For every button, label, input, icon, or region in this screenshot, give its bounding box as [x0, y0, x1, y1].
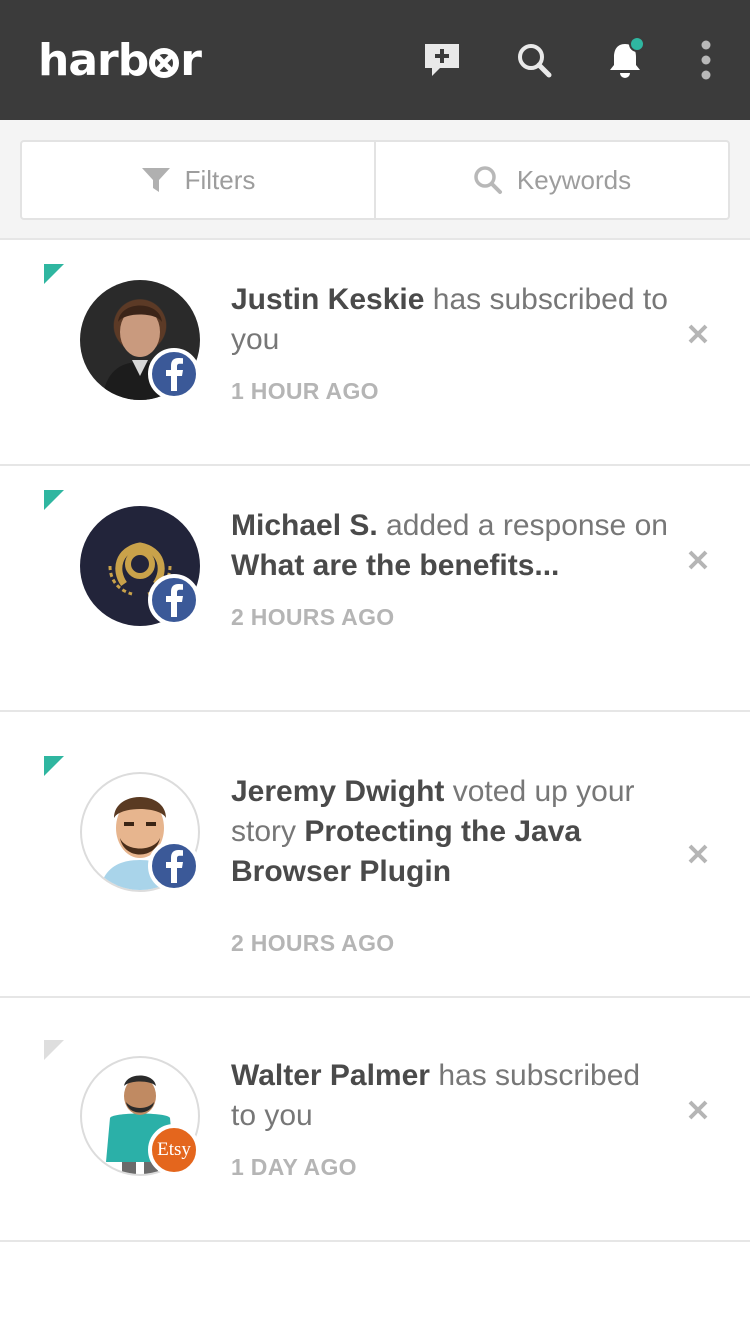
dismiss-button[interactable]: [684, 840, 712, 868]
filter-bar: Filters Keywords: [0, 120, 750, 240]
close-icon: [688, 550, 708, 570]
facebook-badge: [148, 348, 200, 400]
facebook-icon: [166, 584, 183, 617]
logo-text-right: r: [180, 34, 202, 86]
notification-item[interactable]: Etsy Walter Palmer has subscribed to you…: [0, 998, 750, 1242]
more-menu-button[interactable]: [684, 38, 728, 82]
dismiss-button[interactable]: [684, 320, 712, 348]
keywords-label: Keywords: [516, 164, 632, 195]
compose-icon: [425, 44, 459, 76]
etsy-badge: Etsy: [148, 1124, 200, 1176]
search-icon: [518, 44, 552, 78]
notification-item[interactable]: Justin Keskie has subscribed to you 1 HO…: [0, 240, 750, 466]
actor-name[interactable]: Justin Keskie: [231, 283, 424, 316]
etsy-icon: Etsy: [157, 1139, 191, 1160]
dismiss-button[interactable]: [684, 546, 712, 574]
actor-name[interactable]: Walter Palmer: [231, 1059, 430, 1092]
notification-item[interactable]: Jeremy Dwight voted up your story Protec…: [0, 712, 750, 998]
close-icon: [688, 324, 708, 344]
unread-indicator-dot: [629, 36, 645, 52]
read-flag-icon: [44, 1040, 64, 1060]
filters-button[interactable]: Filters: [22, 142, 374, 218]
target-story-link[interactable]: What are the benefits...: [231, 549, 559, 582]
notification-message: Jeremy Dwight voted up your story Protec…: [231, 772, 671, 892]
logo-text-left: harb: [38, 34, 149, 86]
filters-label: Filters: [184, 164, 256, 195]
top-app-bar: harb r: [0, 0, 750, 120]
unread-flag-icon: [44, 490, 64, 510]
action-text: added a response on: [377, 509, 668, 542]
close-icon: [688, 1100, 708, 1120]
more-vertical-icon: [701, 40, 711, 80]
notification-message: Michael S. added a response on What are …: [231, 506, 671, 586]
harbor-logo[interactable]: harb r: [38, 30, 202, 90]
facebook-icon: [166, 358, 183, 391]
notification-item[interactable]: Michael S. added a response on What are …: [0, 466, 750, 712]
logo-o-mark: [149, 48, 180, 78]
actor-name[interactable]: Michael S.: [231, 509, 378, 542]
unread-flag-icon: [44, 264, 64, 284]
timestamp: 1 DAY AGO: [231, 1154, 357, 1180]
actor-name[interactable]: Jeremy Dwight: [231, 775, 444, 808]
close-icon: [688, 844, 708, 864]
timestamp: 2 HOURS AGO: [231, 604, 395, 630]
facebook-icon: [166, 850, 183, 883]
search-button[interactable]: [512, 38, 556, 82]
notification-message: Justin Keskie has subscribed to you: [231, 280, 671, 360]
compose-button[interactable]: [420, 38, 464, 82]
keywords-button[interactable]: Keywords: [374, 142, 728, 218]
facebook-badge: [148, 574, 200, 626]
notification-list: Justin Keskie has subscribed to you 1 HO…: [0, 240, 750, 1242]
facebook-badge: [148, 840, 200, 892]
dismiss-button[interactable]: [684, 1096, 712, 1124]
search-icon: [474, 166, 502, 194]
notifications-button[interactable]: [603, 36, 647, 82]
funnel-icon: [141, 168, 170, 192]
timestamp: 1 HOUR AGO: [231, 378, 379, 404]
filter-box: Filters Keywords: [20, 140, 730, 220]
unread-flag-icon: [44, 756, 64, 776]
timestamp: 2 HOURS AGO: [231, 930, 395, 956]
notification-message: Walter Palmer has subscribed to you: [231, 1056, 671, 1136]
